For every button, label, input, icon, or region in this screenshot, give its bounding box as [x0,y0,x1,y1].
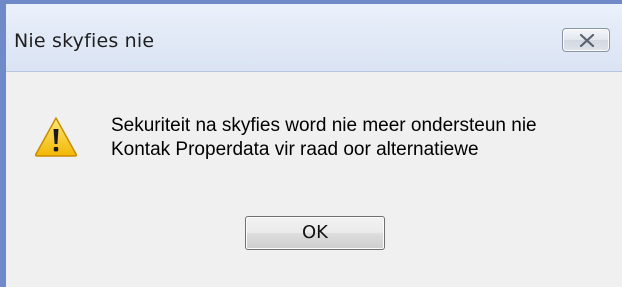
dialog-message: Sekuriteit na skyfies word nie meer onde… [111,114,537,162]
warning-icon [34,117,78,157]
dialog-title: Nie skyfies nie [14,30,155,52]
close-icon [579,34,595,47]
message-line-2: Kontak Properdata vir raad oor alternati… [111,139,479,160]
message-line-1: Sekuriteit na skyfies word nie meer onde… [111,115,537,136]
ok-button[interactable]: OK [245,216,385,250]
close-button[interactable] [562,28,610,52]
dialog-title-bar[interactable]: Nie skyfies nie [6,4,622,72]
dialog-content-area: Sekuriteit na skyfies word nie meer onde… [6,72,622,287]
